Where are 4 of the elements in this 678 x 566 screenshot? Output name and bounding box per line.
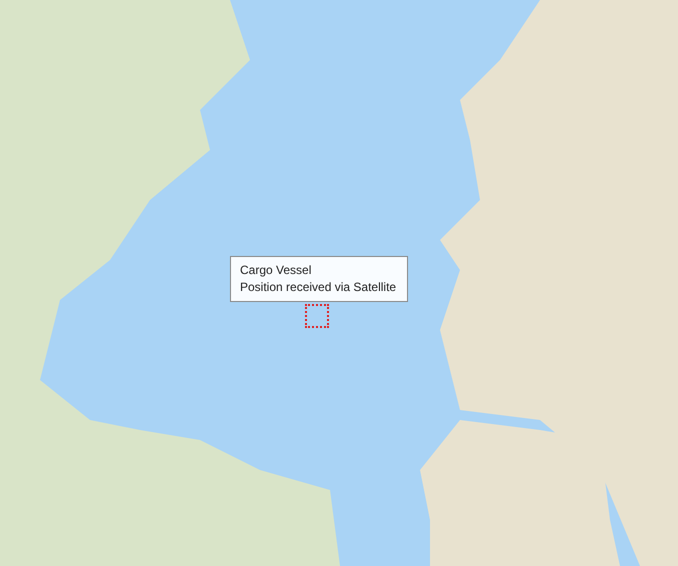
selection-marker (305, 304, 329, 328)
tooltip-detail: Position received via Satellite (240, 279, 398, 296)
tooltip-title: Cargo Vessel (240, 262, 312, 279)
map-background[interactable]: Cargo Vessel Position received via Satellite (0, 0, 678, 566)
